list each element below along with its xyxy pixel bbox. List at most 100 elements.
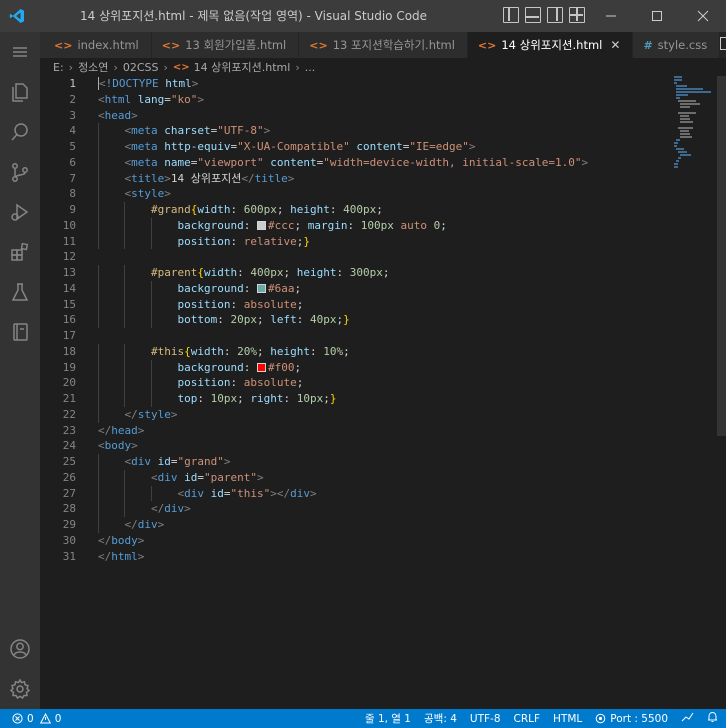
search-button[interactable] [0, 112, 40, 152]
code-line[interactable]: <head> [98, 108, 628, 124]
code-line[interactable]: <html lang="ko"> [98, 92, 628, 108]
code-line[interactable]: <!DOCTYPE html> [98, 76, 628, 92]
line-number-gutter: 1 2 3 4 5 6 7 8 9 10 11 12 13 14 15 16 17 18 19 20 21 22 23 24 2… [40, 76, 76, 564]
indentation[interactable]: 공백: 4 [424, 711, 457, 726]
line-number: 14 [62, 281, 76, 295]
toggle-panel-icon[interactable] [525, 7, 541, 23]
code-editor[interactable]: 1 2 3 4 5 6 7 8 9 10 11 12 13 14 15 16 17 18 19 20 21 22 23 24 2… [40, 76, 726, 709]
code-line[interactable]: background: #6aa; [98, 280, 628, 297]
problems-indicator[interactable]: 0 0 [0, 713, 61, 725]
color-swatch[interactable] [256, 283, 266, 293]
code-line[interactable]: #parent{width: 400px; height: 300px; [98, 265, 628, 281]
minimap-line [676, 139, 680, 141]
code-line[interactable] [98, 328, 628, 344]
code-line[interactable]: #this{width: 20%; height: 10%; [98, 343, 628, 360]
code-line[interactable]: background: #ccc; margin: 100px auto 0; [98, 217, 628, 234]
code-area[interactable]: <!DOCTYPE html> <html lang="ko"> <head> <m… [98, 76, 628, 564]
cursor-position[interactable]: 줄 1, 열 1 [365, 711, 411, 726]
vertical-scrollbar[interactable] [717, 76, 726, 436]
run-debug-button[interactable] [0, 192, 40, 232]
minimap-line [680, 121, 693, 123]
color-swatch[interactable] [256, 362, 266, 372]
minimap-line [674, 166, 678, 168]
minimap-line [680, 118, 690, 120]
code-line[interactable]: </div> [98, 517, 628, 533]
code-line[interactable]: <div id="parent"> [98, 469, 628, 486]
code-line[interactable]: <style> [98, 186, 628, 202]
code-line[interactable]: top: 10px; right: 10px;} [98, 391, 628, 407]
tab-13-position-practice[interactable]: <> 13 포지션학습하기.html [299, 32, 468, 58]
notebook-icon [13, 323, 28, 341]
extensions-button[interactable] [0, 232, 40, 272]
code-line[interactable]: </head> [98, 423, 628, 439]
code-line[interactable]: <meta http-equiv="X-UA-Compatible" conte… [98, 139, 628, 155]
breadcrumb-item[interactable]: 14 상위포지션.html [194, 59, 291, 75]
live-server-port[interactable]: Port : 5500 [595, 713, 668, 725]
breadcrumb-item[interactable]: ... [305, 61, 316, 74]
end-of-line[interactable]: CRLF [514, 713, 541, 725]
customize-layout-icon[interactable] [569, 7, 585, 23]
notifications-bell-icon[interactable] [707, 711, 718, 726]
feedback-icon[interactable] [681, 711, 694, 726]
code-line[interactable]: position: relative;} [98, 233, 628, 250]
manage-button[interactable] [0, 669, 40, 709]
code-line[interactable]: </div> [98, 501, 628, 517]
minimap-line [680, 130, 689, 132]
split-editor-icon[interactable] [720, 36, 726, 54]
close-tab-icon[interactable]: ✕ [610, 38, 620, 52]
line-number: 11 [62, 234, 76, 248]
account-icon [10, 639, 30, 659]
code-line[interactable]: position: absolute; [98, 375, 628, 391]
color-swatch[interactable] [256, 220, 266, 230]
tab-13-signup-form[interactable]: <> 13 회원가입폼.html [151, 32, 300, 58]
code-line[interactable]: #grand{width: 600px; height: 400px; [98, 202, 628, 218]
code-line[interactable]: bottom: 20px; left: 40px;} [98, 312, 628, 328]
line-number: 19 [62, 360, 76, 374]
search-icon [11, 123, 28, 141]
close-window-button[interactable] [680, 0, 726, 32]
code-line[interactable]: </body> [98, 533, 628, 549]
testing-button[interactable] [0, 272, 40, 312]
language-mode[interactable]: HTML [553, 713, 582, 725]
activity-bar [0, 32, 40, 709]
tab-index-html[interactable]: <> index.html [40, 32, 152, 58]
tab-label: 13 포지션학습하기.html [332, 38, 455, 52]
flask-icon [11, 283, 29, 301]
code-line[interactable]: <div id="this"></div> [98, 485, 628, 502]
toggle-secondary-sidebar-icon[interactable] [547, 7, 563, 23]
source-control-button[interactable] [0, 152, 40, 192]
line-number: 6 [69, 155, 76, 169]
line-number: 9 [69, 203, 76, 216]
minimize-button[interactable] [588, 0, 634, 32]
code-line[interactable]: <meta name="viewport" content="width=dev… [98, 154, 628, 171]
code-line[interactable]: </style> [98, 406, 628, 423]
breadcrumb-item[interactable]: 정소연 [78, 59, 108, 75]
toggle-sidebar-icon[interactable] [503, 7, 519, 23]
code-line[interactable]: <body> [98, 438, 628, 454]
explorer-button[interactable] [0, 72, 40, 112]
menu-button[interactable] [0, 32, 40, 72]
minimap-line [678, 151, 687, 153]
code-line[interactable]: <title>14 상위포지션</title> [98, 170, 628, 187]
line-number: 13 [62, 266, 76, 279]
minimap-line [676, 88, 703, 90]
minimap[interactable] [634, 76, 712, 168]
code-line[interactable]: position: absolute; [98, 296, 628, 313]
code-line[interactable]: </html> [98, 549, 628, 565]
encoding[interactable]: UTF-8 [470, 713, 501, 725]
code-line[interactable] [98, 249, 628, 265]
breadcrumb-item[interactable]: E: [53, 61, 64, 74]
code-line[interactable]: background: #f00; [98, 359, 628, 376]
notebook-button[interactable] [0, 312, 40, 352]
maximize-button[interactable] [634, 0, 680, 32]
accounts-button[interactable] [0, 629, 40, 669]
code-line[interactable]: <div id="grand"> [98, 454, 628, 470]
code-line[interactable]: <meta charset="UTF-8"> [98, 123, 628, 139]
tab-style-css[interactable]: # style.css [633, 32, 721, 58]
breadcrumb-item[interactable]: 02CSS [123, 61, 159, 74]
minimap-line [676, 160, 679, 162]
tab-14-parent-position[interactable]: <> 14 상위포지션.html ✕ [467, 32, 634, 58]
minimap-line [680, 103, 700, 105]
html-icon: <> [172, 61, 190, 73]
minimap-line [680, 106, 690, 108]
